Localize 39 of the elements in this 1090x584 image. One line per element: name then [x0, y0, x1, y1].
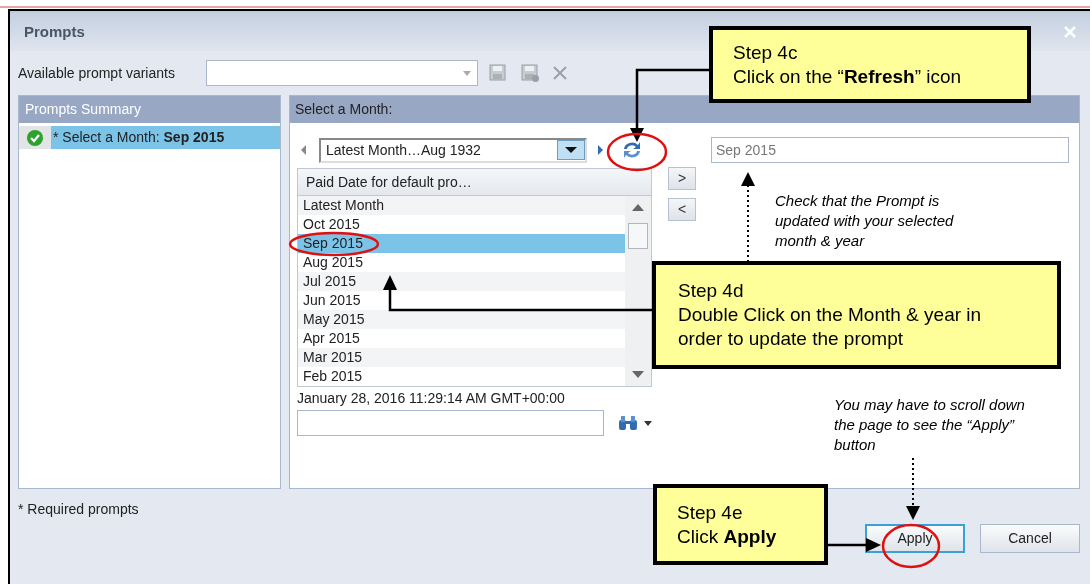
search-field[interactable]	[297, 410, 605, 436]
month-option[interactable]: Sep 2015	[298, 234, 625, 253]
callout-text: Double Click on the Month & year in order to update the prompt	[678, 303, 983, 351]
refresh-icon[interactable]	[621, 140, 643, 160]
window-title: Prompts	[24, 21, 85, 42]
caret-icon[interactable]	[644, 420, 652, 426]
callout-text: Click on the “Refresh” icon	[733, 64, 963, 89]
highlight-ellipse	[881, 523, 941, 569]
selected-value-field[interactable]: Sep 2015	[711, 137, 1069, 163]
caret-icon	[463, 70, 471, 76]
add-button[interactable]: >	[668, 167, 696, 190]
month-option[interactable]: May 2015	[298, 310, 625, 329]
required-note: * Required prompts	[18, 500, 139, 519]
scroll-thumb[interactable]	[628, 223, 648, 249]
remove-button[interactable]: <	[668, 198, 696, 221]
highlight-ellipse	[606, 132, 668, 172]
annotation-note: You may have to scroll down the page to see the “Apply” button	[834, 395, 1026, 455]
callout-arrow	[906, 457, 920, 520]
callout-title: Step 4c	[733, 40, 799, 65]
scrollbar[interactable]	[625, 196, 651, 386]
annotation-note: Check that the Prompt is updated with your selected month & year	[775, 191, 955, 251]
cancel-button[interactable]: Cancel	[980, 524, 1080, 553]
binoculars-icon[interactable]	[618, 415, 638, 431]
month-dropdown[interactable]: Latest Month…Aug 1932	[319, 137, 587, 163]
scroll-down-icon[interactable]	[632, 371, 644, 378]
summary-item[interactable]: * Select a Month: Sep 2015	[19, 126, 280, 149]
month-option[interactable]: Jul 2015	[298, 272, 625, 291]
scroll-up-icon[interactable]	[632, 204, 644, 211]
callout-title: Step 4e	[677, 500, 744, 525]
dropdown-icon[interactable]	[557, 140, 585, 160]
month-option[interactable]: Mar 2015	[298, 348, 625, 367]
month-option[interactable]: Latest Month	[298, 196, 625, 215]
panel-header: Prompts Summary	[19, 96, 280, 123]
callout-text: Click Apply	[677, 524, 778, 549]
list-header: Paid Date for default pro…	[298, 169, 651, 196]
variants-label: Available prompt variants	[18, 63, 176, 83]
timestamp: January 28, 2016 11:29:14 AM GMT+00:00	[297, 389, 566, 407]
summary-item-label: * Select a Month: Sep 2015	[52, 128, 225, 147]
callout-title: Step 4d	[678, 279, 745, 303]
